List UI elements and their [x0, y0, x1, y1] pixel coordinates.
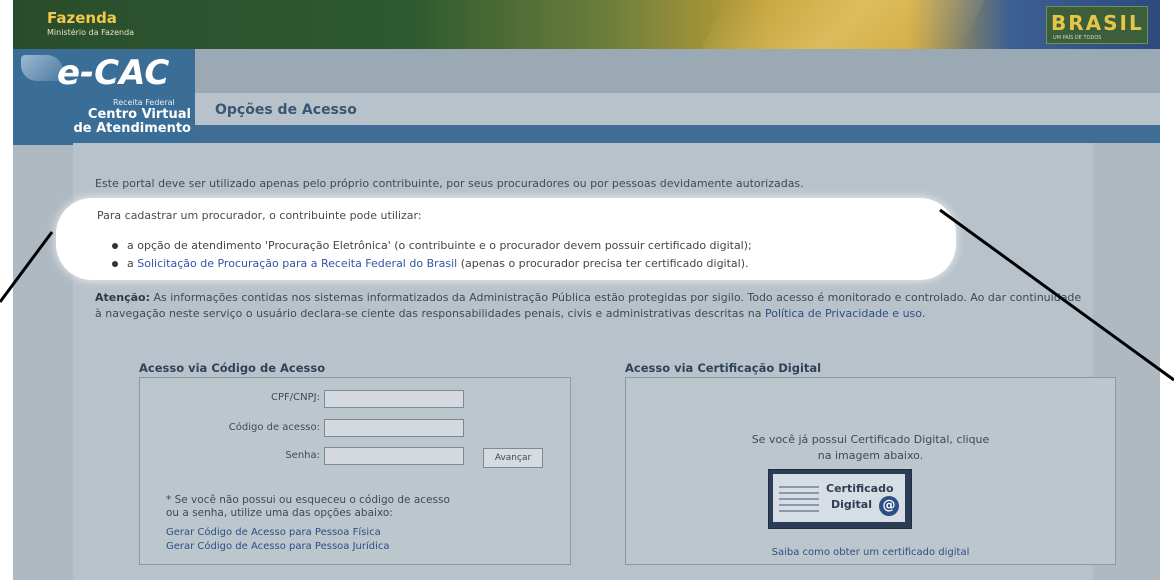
page: Fazenda Ministério da Fazenda BRASIL UM …	[0, 0, 1174, 580]
left-pointer-line	[0, 231, 54, 303]
annotation-lines	[0, 208, 1174, 382]
right-pointer-line	[939, 208, 1174, 382]
